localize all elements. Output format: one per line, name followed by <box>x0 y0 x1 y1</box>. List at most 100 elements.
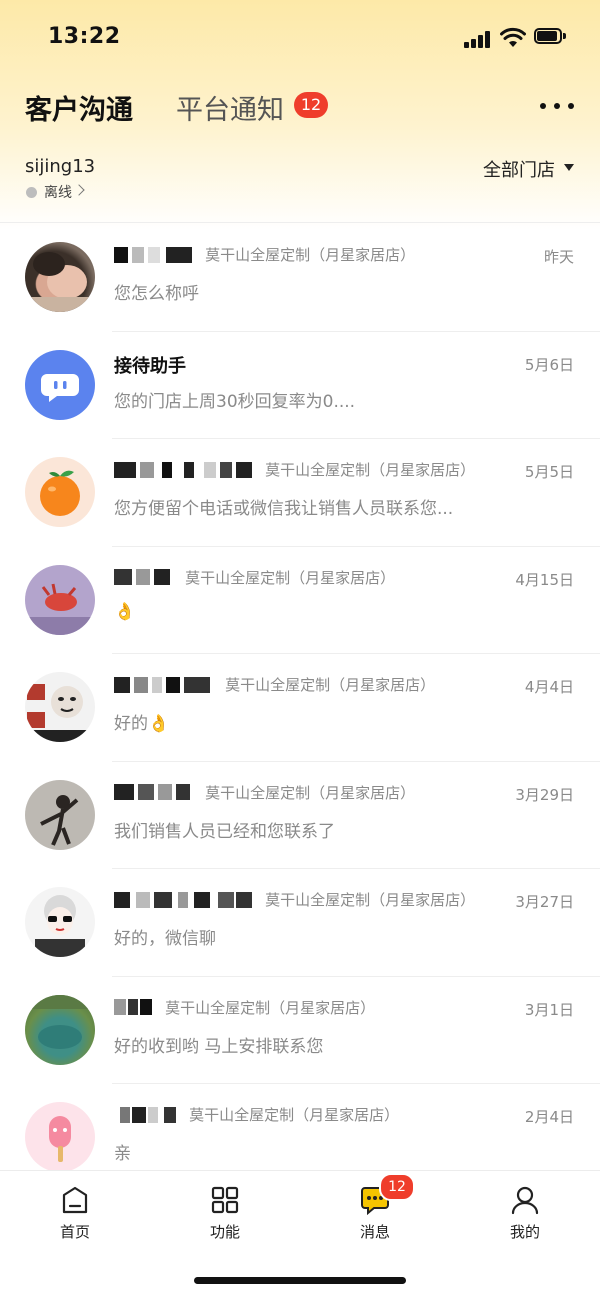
contact-line: 莫干山全屋定制（月星家居店） <box>114 997 524 1023</box>
caret-down-icon <box>564 164 574 171</box>
online-status-toggle[interactable]: 离线 <box>44 182 72 202</box>
nav-label: 功能 <box>209 1223 240 1241</box>
store-name: 莫干山全屋定制（月星家居店） <box>205 783 416 802</box>
message-preview: 亲 <box>114 1144 131 1164</box>
meme-face-avatar <box>25 684 95 742</box>
nav-functions[interactable]: 功能 <box>185 1185 265 1245</box>
redacted-name <box>114 890 254 910</box>
message-time: 昨天 <box>543 248 574 266</box>
more-button[interactable] <box>540 96 574 116</box>
message-preview: 您的门店上周30秒回复率为0.... <box>114 391 356 412</box>
conversation-row[interactable]: 莫干山全屋定制（月星家居店） 3月29日 我们销售人员已经和您联系了 <box>0 762 600 869</box>
nav-label: 我的 <box>509 1223 540 1241</box>
conversation-row[interactable]: 莫干山全屋定制（月星家居店） 4月4日 好的👌 <box>0 654 600 762</box>
redacted-name <box>114 567 174 587</box>
nav-profile[interactable]: 我的 <box>485 1185 565 1245</box>
conversation-row[interactable]: 莫干山全屋定制（月星家居店） 4月15日 👌 <box>0 547 600 654</box>
avatar <box>25 242 95 312</box>
message-preview: 好的，微信聊 <box>114 929 216 949</box>
wifi-icon <box>500 27 526 47</box>
contact-line: 莫干山全屋定制（月星家居店） <box>114 1104 524 1130</box>
status-time: 13:22 <box>48 24 121 49</box>
assistant-avatar <box>25 349 95 420</box>
grid-icon <box>211 1186 239 1214</box>
avatar <box>25 672 95 742</box>
conversation-row[interactable]: 接待助手 5月6日 您的门店上周30秒回复率为0.... <box>0 332 600 439</box>
contact-line: 莫干山全屋定制（月星家居店） <box>114 244 524 270</box>
store-name: 莫干山全屋定制（月星家居店） <box>205 246 416 264</box>
avatar-photo <box>25 583 95 635</box>
message-preview: 👌 <box>114 601 136 622</box>
tab-platform-notice[interactable]: 平台通知 <box>176 88 284 127</box>
avatar <box>25 564 95 635</box>
conversation-row[interactable]: 莫干山全屋定制（月星家居店） 3月27日 好的，微信聊 <box>0 869 600 977</box>
contact-line: 莫干山全屋定制（月星家居店） <box>114 567 524 593</box>
message-preview: 好的👌 <box>114 714 170 734</box>
redacted-name <box>114 782 194 802</box>
nav-label: 消息 <box>359 1223 390 1241</box>
notice-badge: 12 <box>294 92 328 118</box>
page-header: 客户沟通 平台通知 12 <box>0 76 600 136</box>
account-name: sijing13 <box>25 156 96 177</box>
contact-line: 接待助手 <box>114 352 524 378</box>
contact-line: 莫干山全屋定制（月星家居店） <box>114 889 524 915</box>
chevron-right-icon <box>73 184 85 196</box>
message-badge: 12 <box>379 1173 415 1201</box>
redacted-name <box>114 997 154 1017</box>
conversation-row[interactable]: 莫干山全屋定制（月星家居店） 5月5日 您方便留个电话或微信我让销售人员联系您.… <box>0 439 600 547</box>
nav-home[interactable]: 首页 <box>35 1185 115 1245</box>
avatar <box>25 1102 95 1170</box>
more-horizontal-icon <box>540 103 546 109</box>
conversation-row[interactable]: 莫干山全屋定制（月星家居店） 3月1日 好的收到哟 马上安排联系您 <box>0 977 600 1084</box>
redacted-name <box>114 1105 178 1125</box>
contact-name: 接待助手 <box>114 355 186 377</box>
avatar-photo <box>25 252 95 312</box>
account-bar: sijing13 离线 全部门店 <box>0 150 600 220</box>
offline-status-dot <box>26 187 37 198</box>
conversation-row[interactable]: 莫干山全屋定制（月星家居店） 昨天 您怎么称呼 <box>0 224 600 332</box>
store-name: 莫干山全屋定制（月星家居店） <box>185 568 396 587</box>
message-time: 4月15日 <box>515 570 574 589</box>
profile-icon <box>511 1186 539 1215</box>
message-time: 5月5日 <box>524 463 574 481</box>
avatar <box>25 779 95 850</box>
landscape-avatar <box>25 994 95 1049</box>
avatar <box>25 994 95 1065</box>
nav-messages[interactable]: 12 消息 <box>335 1173 415 1245</box>
popsicle-avatar <box>49 1116 71 1162</box>
battery-icon <box>534 28 568 46</box>
avatar <box>25 887 95 957</box>
conversation-row[interactable]: 莫干山全屋定制（月星家居店） 2月4日 亲 <box>0 1084 600 1170</box>
store-filter-dropdown[interactable]: 全部门店 <box>483 156 555 182</box>
store-name: 莫干山全屋定制（月星家居店） <box>189 1106 400 1124</box>
home-indicator <box>194 1277 406 1284</box>
message-time: 3月29日 <box>515 785 574 804</box>
message-time: 3月27日 <box>515 893 574 911</box>
redacted-name <box>114 460 254 480</box>
message-preview: 您怎么称呼 <box>114 284 199 304</box>
message-time: 3月1日 <box>524 1000 574 1019</box>
orange-fruit-avatar <box>40 470 80 516</box>
message-preview: 好的收到哟 马上安排联系您 <box>114 1036 324 1057</box>
status-bar: 13:22 <box>0 0 600 74</box>
conversation-list: 莫干山全屋定制（月星家居店） 昨天 您怎么称呼 接待助手 5月6日 您的门店上周… <box>0 224 600 1170</box>
cellular-signal-icon <box>464 30 492 48</box>
store-name: 莫干山全屋定制（月星家居店） <box>265 461 476 479</box>
contact-line: 莫干山全屋定制（月星家居店） <box>114 782 524 808</box>
contact-line: 莫干山全屋定制（月星家居店） <box>114 459 524 485</box>
silhouette-avatar <box>40 794 79 846</box>
home-icon <box>62 1186 88 1214</box>
message-time: 4月4日 <box>524 678 574 696</box>
chat-bubble-icon <box>41 373 79 402</box>
redacted-name <box>114 245 194 265</box>
avatar <box>25 457 95 527</box>
message-preview: 您方便留个电话或微信我让销售人员联系您... <box>114 499 454 519</box>
cartoon-girl-avatar <box>35 895 85 957</box>
message-time: 5月6日 <box>524 355 574 374</box>
message-preview: 我们销售人员已经和您联系了 <box>114 821 335 842</box>
store-name: 莫干山全屋定制（月星家居店） <box>225 676 436 694</box>
tab-customer-chat[interactable]: 客户沟通 <box>25 88 133 127</box>
store-name: 莫干山全屋定制（月星家居店） <box>265 891 476 909</box>
store-name: 莫干山全屋定制（月星家居店） <box>165 998 376 1017</box>
message-time: 2月4日 <box>524 1108 574 1126</box>
